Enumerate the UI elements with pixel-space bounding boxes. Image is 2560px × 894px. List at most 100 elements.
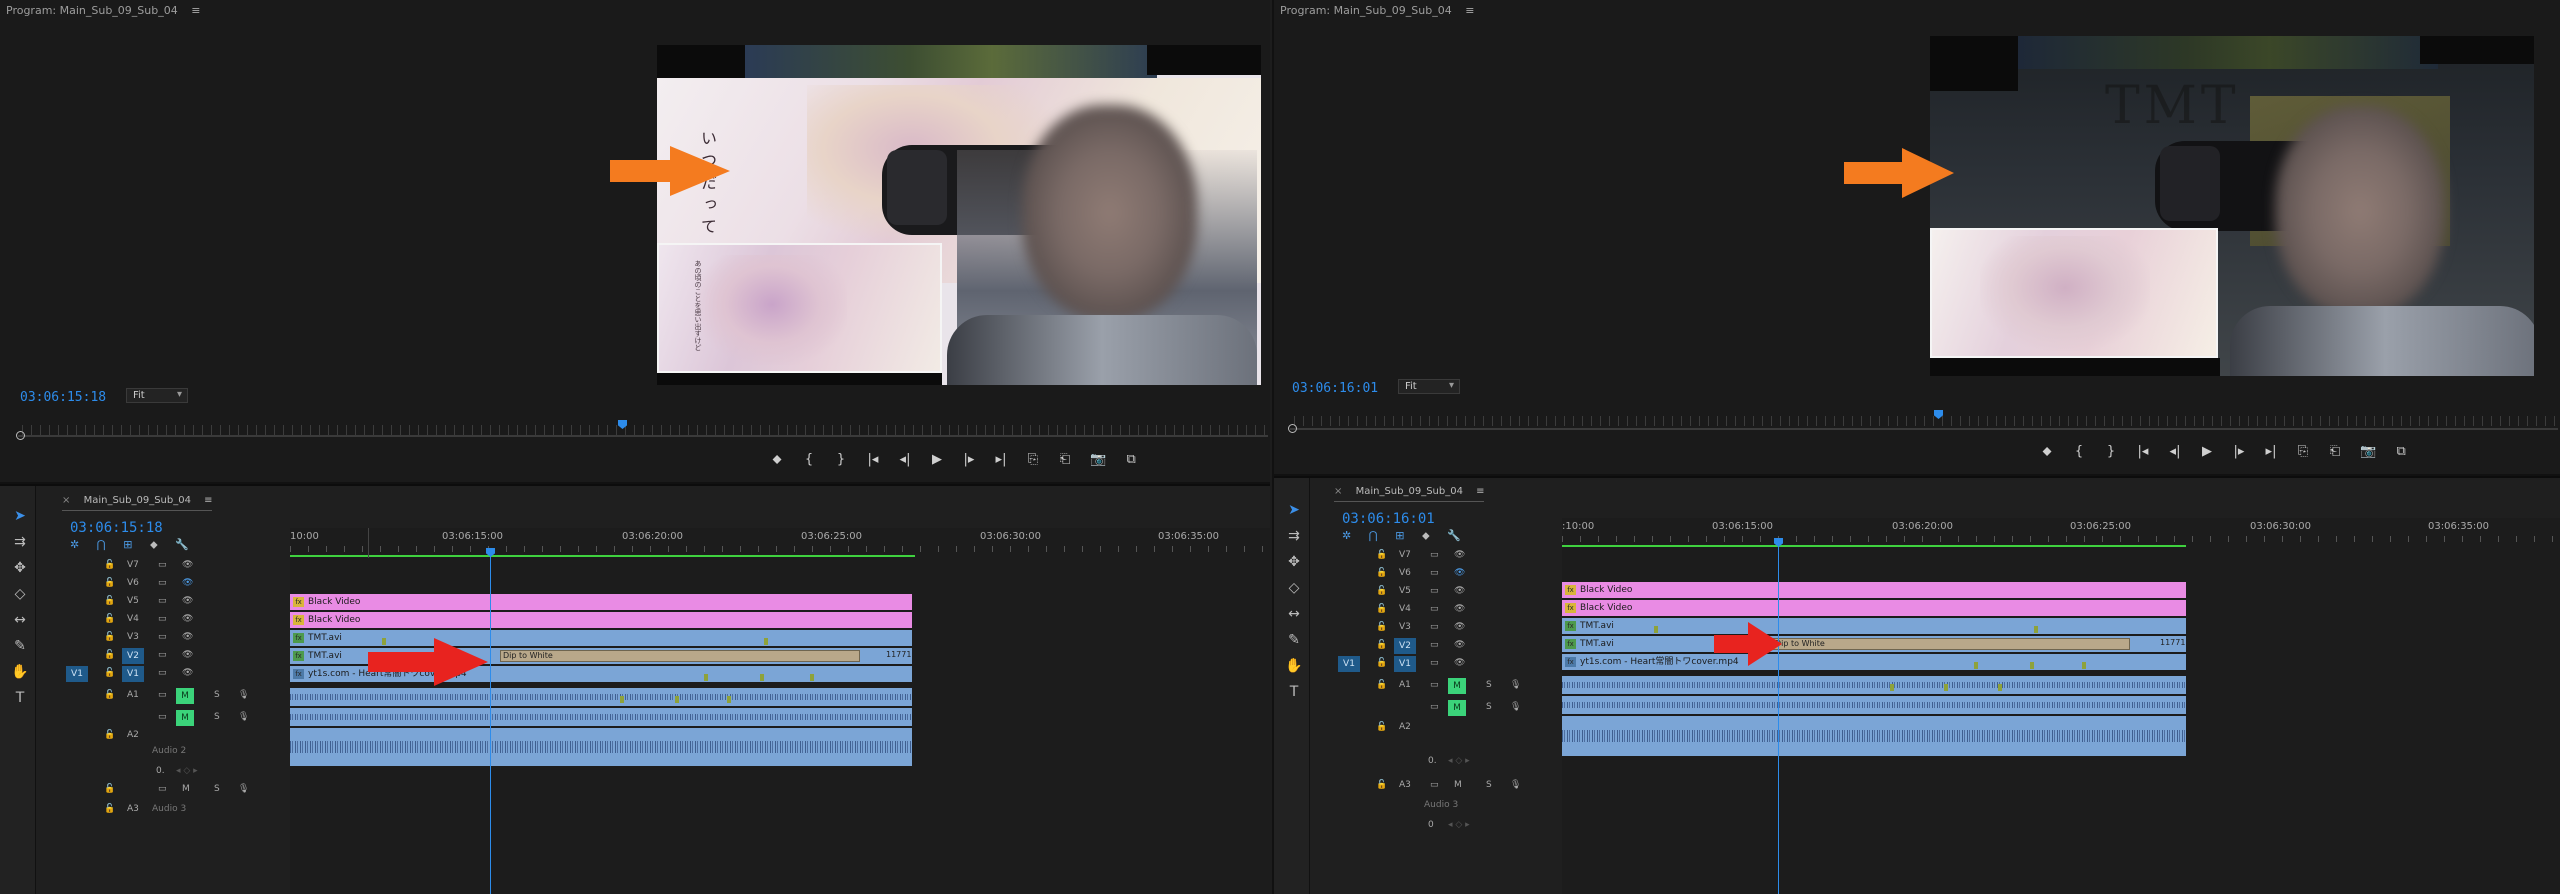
sync-icon[interactable]: ▭ [1430, 586, 1439, 596]
track-target-v2[interactable]: V2 [122, 648, 144, 664]
scrub-start-handle[interactable] [1288, 424, 1297, 433]
lock-icon[interactable]: 🔓 [1376, 658, 1387, 668]
lock-icon[interactable]: 🔓 [104, 614, 115, 624]
audio-clip-a2-expanded[interactable] [1562, 716, 2186, 756]
step-forward-icon[interactable]: |▸ [2232, 444, 2246, 459]
go-to-in-icon[interactable]: |◂ [2136, 444, 2150, 459]
export-frame-icon[interactable]: 📷 [1090, 452, 1106, 467]
extract-icon[interactable]: ⎗ [2328, 444, 2342, 459]
pen-tool-icon[interactable]: ✎ [1284, 630, 1304, 650]
eye-icon[interactable]: 👁 [182, 560, 193, 570]
timeline-area[interactable]: 10:00 03:06:15:00 03:06:20:00 03:06:25:0… [290, 528, 1270, 894]
keyframe[interactable] [760, 674, 764, 681]
mark-out-icon[interactable]: } [2104, 444, 2118, 459]
sync-icon[interactable]: ▭ [1430, 640, 1439, 650]
linked-selection-icon[interactable]: ⊞ [1395, 529, 1404, 542]
sync-icon[interactable]: ▭ [158, 578, 167, 588]
lock-icon[interactable]: 🔓 [104, 804, 115, 814]
timeline-playhead[interactable] [490, 548, 491, 894]
track-target-v1[interactable]: V1 [122, 666, 144, 682]
timeline-playhead[interactable] [1778, 538, 1779, 894]
keyframe[interactable] [1974, 662, 1978, 669]
audio-clip-a2[interactable] [1562, 696, 2186, 714]
keyframe[interactable] [2082, 662, 2086, 669]
clip-yt1s-v1[interactable]: fx yt1s.com - Heart常闇トワcover.mp4 [1562, 654, 2186, 670]
mark-out-icon[interactable]: } [834, 452, 848, 467]
panel-menu-icon[interactable]: ≡ [204, 495, 212, 506]
sync-icon[interactable]: ▭ [1430, 550, 1439, 560]
mic-icon[interactable]: 🎙 [1510, 780, 1521, 790]
keyframe-nav-icon[interactable]: ◂ ◇ ▸ [1448, 756, 1470, 766]
audio-clip-a1[interactable] [290, 688, 912, 706]
sync-icon[interactable]: ▭ [158, 560, 167, 570]
mic-icon[interactable]: 🎙 [1510, 702, 1521, 712]
keyframe[interactable] [1890, 684, 1894, 691]
lock-icon[interactable]: 🔓 [104, 596, 115, 606]
mute-button[interactable]: M [1448, 700, 1466, 716]
lock-icon[interactable]: 🔓 [104, 632, 115, 642]
clip-black-video-v4[interactable]: fx Black Video [290, 612, 912, 628]
sync-icon[interactable]: ▭ [1430, 702, 1439, 712]
source-patch-v1[interactable]: V1 [1338, 656, 1360, 672]
eye-icon[interactable]: 👁 [1454, 622, 1465, 632]
keyframe-nav-icon[interactable]: ◂ ◇ ▸ [176, 766, 198, 776]
keyframe[interactable] [2030, 662, 2034, 669]
eye-icon[interactable]: 👁 [1454, 586, 1465, 596]
eye-icon[interactable]: 👁 [182, 596, 193, 606]
lock-icon[interactable]: 🔓 [104, 690, 115, 700]
work-area-bar[interactable] [290, 555, 915, 557]
compare-view-icon[interactable]: ⧉ [2394, 444, 2408, 459]
sequence-tab[interactable]: × Main_Sub_09_Sub_04 ≡ [1334, 486, 1485, 497]
eye-icon[interactable]: 👁 [182, 632, 193, 642]
lock-icon[interactable]: 🔓 [1376, 586, 1387, 596]
selection-tool-icon[interactable]: ➤ [10, 506, 30, 526]
sync-icon[interactable]: ▭ [1430, 604, 1439, 614]
close-tab-icon[interactable]: × [1334, 486, 1342, 497]
razor-tool-icon[interactable]: ◇ [1284, 578, 1304, 598]
audio-clip-a2[interactable] [290, 708, 912, 726]
sync-icon[interactable]: ▭ [1430, 780, 1439, 790]
panel-menu-icon[interactable]: ≡ [191, 4, 200, 17]
go-to-in-icon[interactable]: |◂ [866, 452, 880, 467]
add-marker-icon[interactable]: ⬥ [1422, 529, 1430, 542]
track-target-v2[interactable]: V2 [1394, 638, 1416, 654]
add-marker-icon[interactable]: ⬥ [2040, 444, 2054, 459]
snap-icon[interactable]: ⋂ [1369, 529, 1378, 542]
extract-icon[interactable]: ⎗ [1058, 452, 1072, 467]
lock-icon[interactable]: 🔓 [1376, 722, 1387, 732]
solo-button[interactable]: S [1486, 780, 1492, 790]
clip-black-video-v5[interactable]: fx Black Video [1562, 582, 2186, 598]
ripple-edit-tool-icon[interactable]: ✥ [1284, 552, 1304, 572]
keyframe[interactable] [1998, 684, 2002, 691]
eye-icon[interactable]: 👁 [1454, 550, 1465, 560]
lock-icon[interactable]: 🔓 [104, 650, 115, 660]
mark-in-icon[interactable]: { [2072, 444, 2086, 459]
mic-icon[interactable]: 🎙 [238, 690, 249, 700]
volume-knob-icon[interactable]: 0. [1428, 756, 1437, 766]
settings-wrench-icon[interactable]: 🔧 [1447, 529, 1461, 542]
slip-tool-icon[interactable]: ↔ [10, 610, 30, 630]
sequence-timecode[interactable]: 03:06:16:01 [1342, 511, 1435, 527]
nest-toggle-icon[interactable]: ✲ [1342, 529, 1351, 542]
keyframe[interactable] [2034, 626, 2038, 633]
lock-icon[interactable]: 🔓 [104, 668, 115, 678]
eye-icon[interactable]: 👁 [182, 650, 193, 660]
eye-hidden-icon[interactable]: 👁 [1454, 568, 1465, 578]
mic-icon[interactable]: 🎙 [238, 712, 249, 722]
eye-icon[interactable]: 👁 [1454, 640, 1465, 650]
keyframe[interactable] [675, 696, 679, 703]
go-to-out-icon[interactable]: ▸| [994, 452, 1008, 467]
clip-black-video-v4[interactable]: fx Black Video [1562, 600, 2186, 616]
sequence-tab[interactable]: × Main_Sub_09_Sub_04 ≡ [62, 495, 213, 506]
keyframe[interactable] [1944, 684, 1948, 691]
lock-icon[interactable]: 🔓 [1376, 640, 1387, 650]
add-marker-icon[interactable]: ⬥ [150, 538, 158, 551]
lock-icon[interactable]: 🔓 [1376, 780, 1387, 790]
lock-icon[interactable]: 🔓 [104, 578, 115, 588]
program-video-frame[interactable]: いつだって あの頃のことを思い出すけど [657, 45, 1261, 385]
sync-icon[interactable]: ▭ [158, 712, 167, 722]
program-video-frame[interactable]: TMT [1930, 36, 2534, 376]
clip-black-video-v5[interactable]: fx Black Video [290, 594, 912, 610]
keyframe[interactable] [1654, 626, 1658, 633]
lock-icon[interactable]: 🔓 [1376, 604, 1387, 614]
